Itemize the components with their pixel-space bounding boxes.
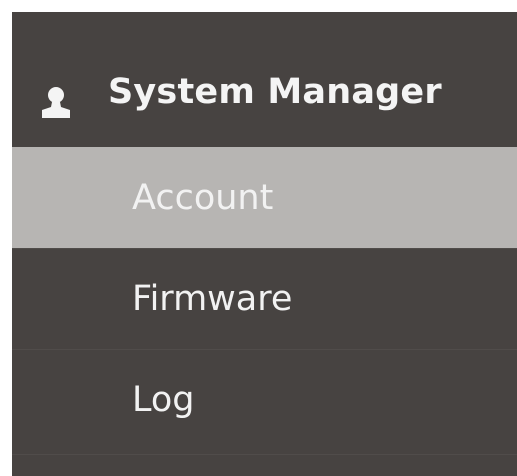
menu-item-label: Firmware xyxy=(132,279,293,319)
user-icon xyxy=(38,84,74,120)
menu-item-log[interactable]: Log xyxy=(12,349,517,450)
menu-header[interactable]: System Manager xyxy=(12,12,517,147)
menu-item-label: Log xyxy=(132,380,195,420)
menu-item-account[interactable]: Account xyxy=(12,147,517,248)
menu-item-label: Account xyxy=(132,177,274,218)
menu-divider xyxy=(12,454,517,455)
menu-header-title: System Manager xyxy=(108,72,442,112)
menu-item-firmware[interactable]: Firmware xyxy=(12,248,517,349)
system-manager-menu: System Manager Account Firmware Log xyxy=(12,12,517,476)
